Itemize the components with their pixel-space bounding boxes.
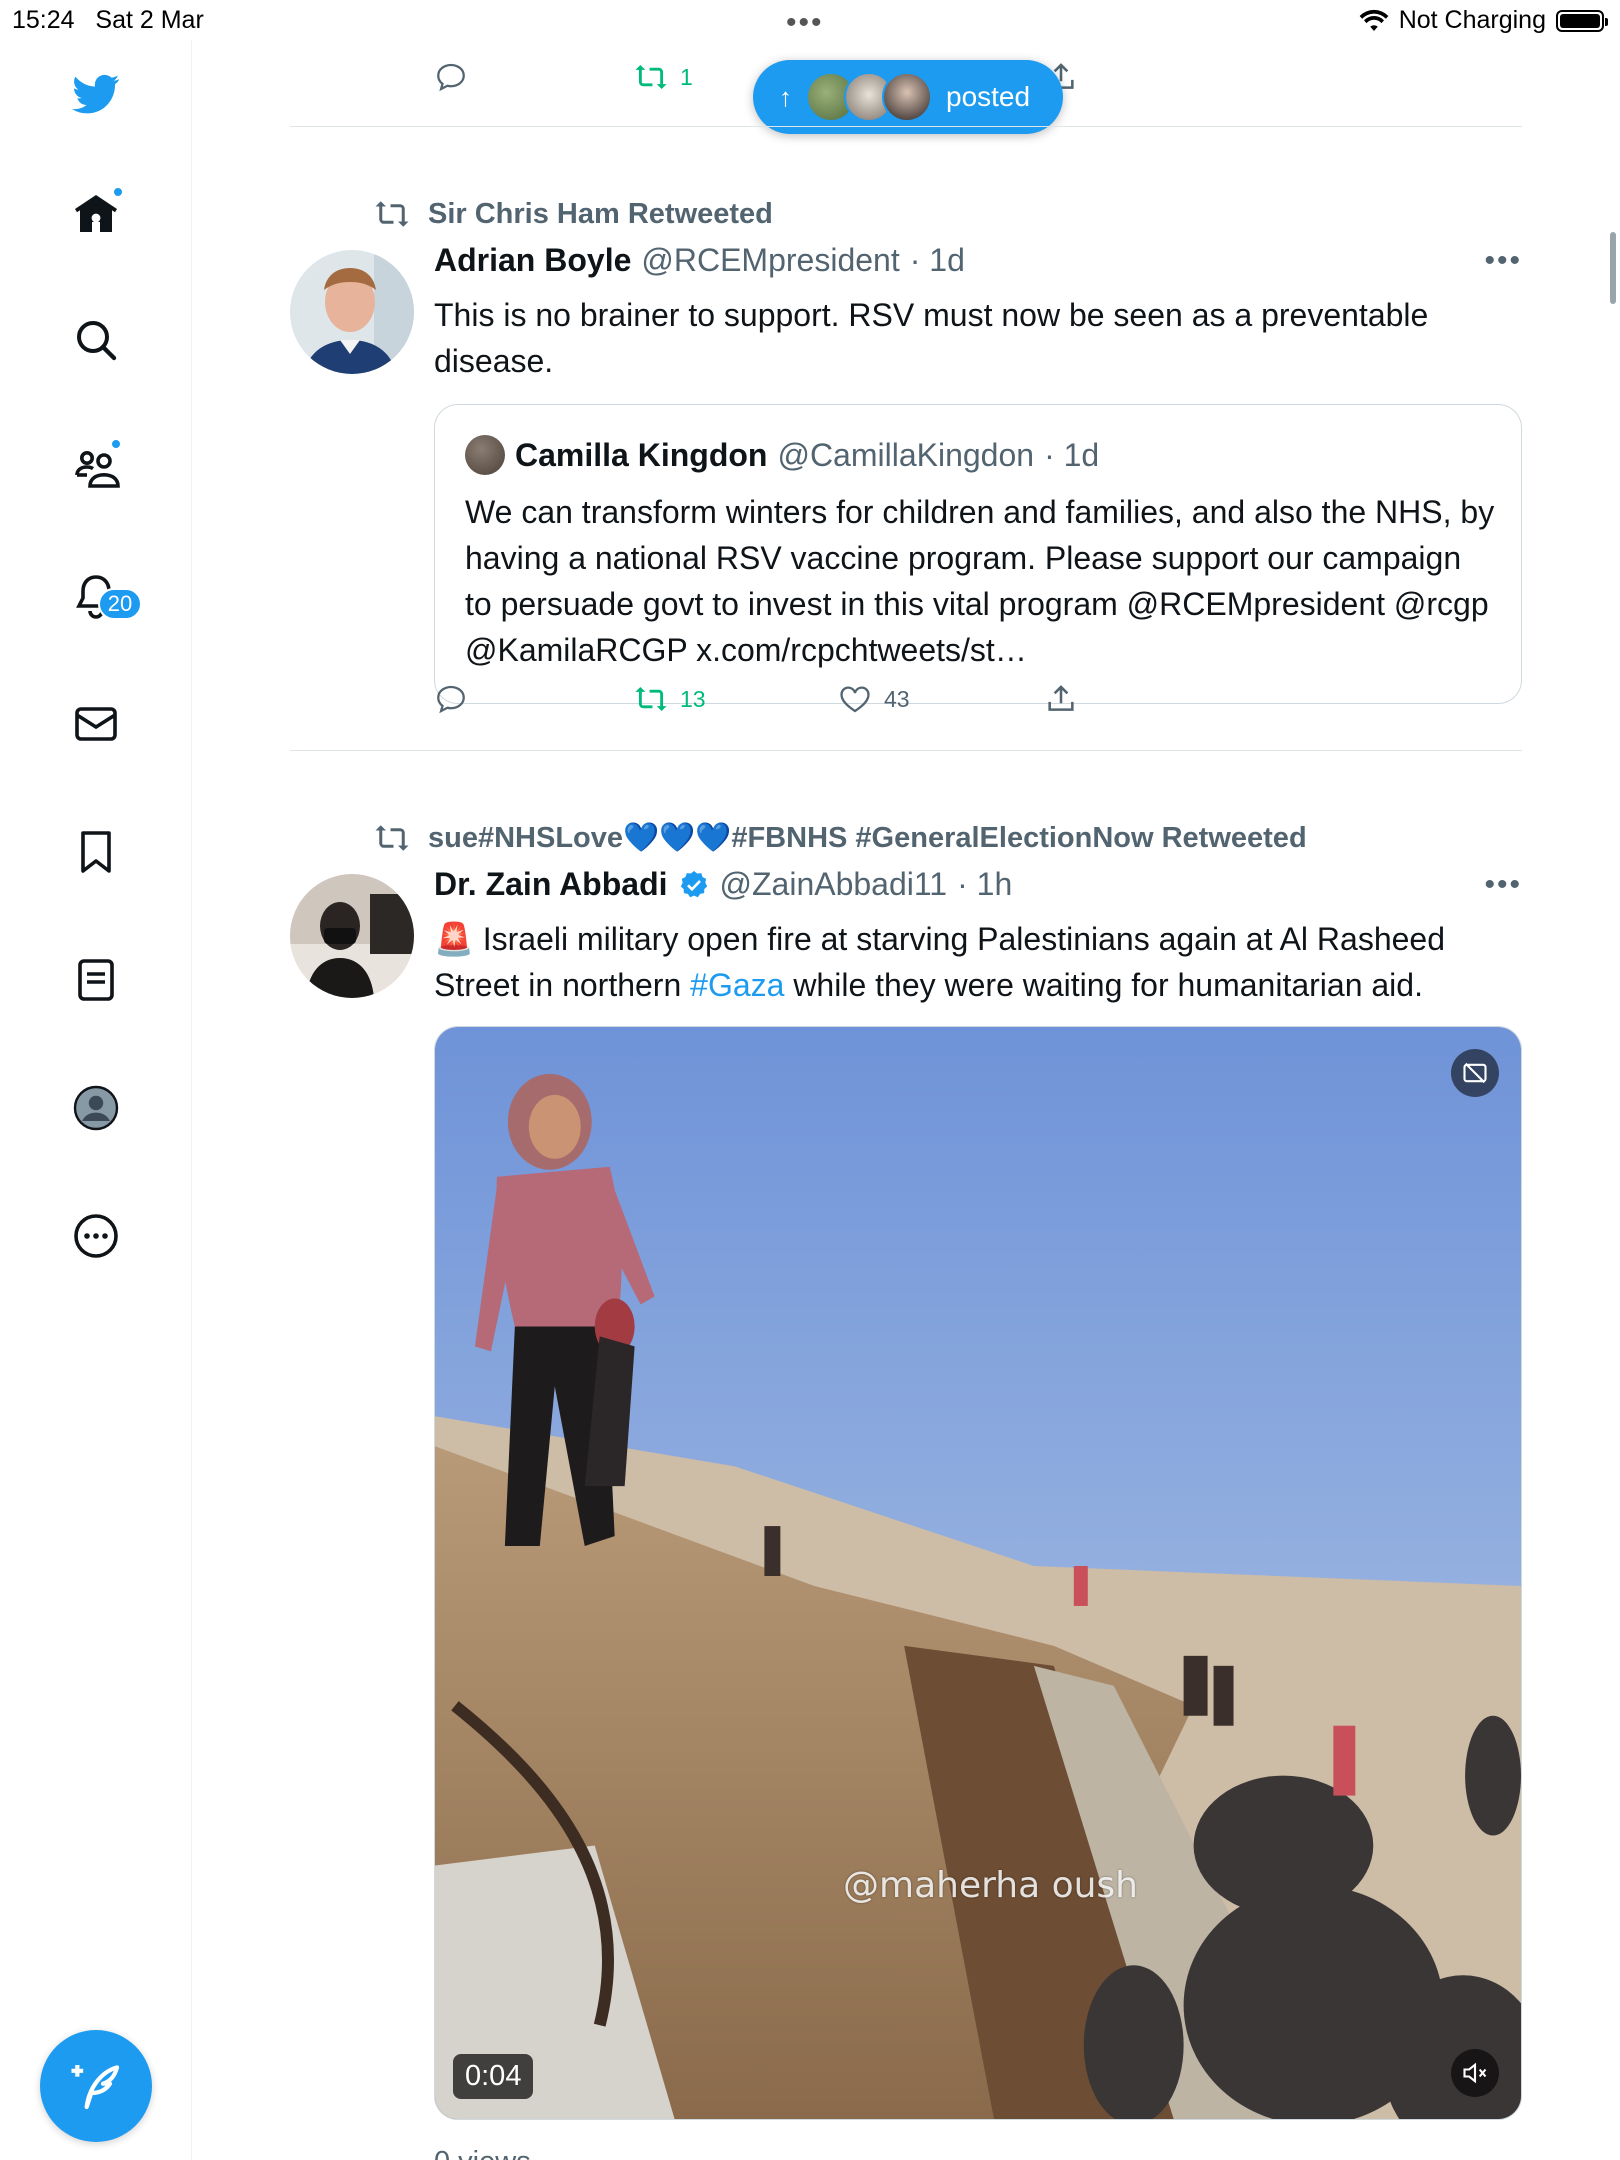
reply-icon bbox=[437, 63, 465, 92]
tweet-header: Dr. Zain Abbadi @ZainAbbadi11 · 1h bbox=[434, 866, 1012, 903]
sidebar: 20 bbox=[0, 40, 192, 2160]
video-player[interactable]: @maherha oush 0:04 bbox=[434, 1026, 1522, 2120]
retweet-button[interactable]: 13 bbox=[634, 682, 706, 716]
new-posts-pill[interactable]: ↑ posted bbox=[753, 60, 1063, 134]
quote-author-name: Camilla Kingdon bbox=[515, 436, 768, 473]
messages-icon[interactable] bbox=[66, 694, 126, 754]
retweeted-by-label: Sir Chris Ham Retweeted bbox=[428, 197, 773, 230]
twitter-logo-icon[interactable] bbox=[66, 64, 126, 124]
quote-tweet-card[interactable]: Camilla Kingdon @CamillaKingdon · 1d We … bbox=[434, 404, 1522, 704]
home-icon[interactable] bbox=[66, 184, 126, 244]
more-options-button[interactable]: ••• bbox=[1484, 868, 1522, 902]
video-duration: 0:04 bbox=[453, 2054, 534, 2099]
video-frame bbox=[435, 1027, 1521, 2119]
tweet-time[interactable]: · 1h bbox=[957, 866, 1012, 903]
profile-icon[interactable] bbox=[66, 1078, 126, 1138]
retweet-icon bbox=[375, 201, 409, 227]
scrollbar-thumb[interactable] bbox=[1610, 232, 1616, 304]
reply-icon bbox=[437, 685, 465, 714]
arrow-up-icon: ↑ bbox=[779, 81, 792, 112]
tweet-zain-abbadi[interactable]: sue#NHSLove💙💙💙#FBNHS #GeneralElectionNow… bbox=[290, 750, 1522, 2160]
retweet-button[interactable]: 1 bbox=[634, 60, 693, 94]
video-watermark: @maherha oush bbox=[843, 1865, 1138, 1906]
author-name[interactable]: Adrian Boyle bbox=[434, 242, 631, 279]
tweet-text: This is no brainer to support. RSV must … bbox=[434, 297, 1429, 379]
share-button[interactable] bbox=[1044, 682, 1078, 716]
more-icon[interactable] bbox=[66, 1206, 126, 1266]
quote-text: We can transform winters for children an… bbox=[465, 494, 1495, 668]
compose-feather-icon bbox=[71, 2065, 120, 2110]
search-icon[interactable] bbox=[66, 310, 126, 370]
retweet-icon bbox=[635, 64, 667, 90]
communities-unread-dot bbox=[110, 438, 122, 450]
like-button[interactable]: 43 bbox=[838, 682, 910, 716]
author-name[interactable]: Dr. Zain Abbadi bbox=[434, 866, 668, 903]
share-icon bbox=[1048, 685, 1074, 711]
status-time: 15:24 Sat 2 Mar bbox=[12, 6, 204, 34]
new-posts-label: posted bbox=[946, 81, 1031, 112]
retweeted-by[interactable]: sue#NHSLove💙💙💙#FBNHS #GeneralElectionNow… bbox=[374, 820, 1307, 856]
status-right: Not Charging bbox=[1359, 6, 1608, 35]
battery-icon bbox=[1556, 9, 1608, 32]
tweet-text: 🚨 Israeli military open fire at starving… bbox=[434, 921, 1446, 1003]
retweeted-by[interactable]: Sir Chris Ham Retweeted bbox=[374, 196, 773, 232]
notifications-badge: 20 bbox=[98, 588, 142, 620]
status-date: Sat 2 Mar bbox=[95, 6, 204, 34]
reply-button[interactable] bbox=[434, 682, 468, 716]
pill-avatars bbox=[806, 72, 932, 122]
avatar bbox=[465, 435, 505, 475]
content-settings-button[interactable] bbox=[1451, 1049, 1499, 1097]
status-bar: 15:24 Sat 2 Mar ••• Not Charging bbox=[0, 0, 1620, 40]
verified-badge-icon bbox=[680, 870, 707, 897]
retweet-icon bbox=[375, 825, 409, 851]
retweet-count: 1 bbox=[680, 63, 693, 90]
charging-status: Not Charging bbox=[1398, 6, 1546, 34]
retweet-count: 13 bbox=[680, 685, 706, 712]
tweet-header: Adrian Boyle @RCEMpresident · 1d bbox=[434, 242, 965, 279]
bookmarks-icon[interactable] bbox=[66, 822, 126, 882]
communities-icon[interactable] bbox=[66, 438, 126, 498]
home-unread-dot bbox=[112, 186, 124, 198]
author-handle[interactable]: @ZainAbbadi11 bbox=[720, 866, 948, 903]
image-settings-icon bbox=[1463, 1062, 1487, 1084]
retweeted-by-label: sue#NHSLove💙💙💙#FBNHS #GeneralElectionNow… bbox=[428, 822, 1307, 854]
avatar[interactable] bbox=[290, 874, 414, 998]
quote-author-handle: @CamillaKingdon bbox=[777, 436, 1035, 473]
speaker-muted-icon bbox=[1463, 2062, 1487, 2084]
wifi-icon bbox=[1359, 9, 1389, 31]
retweet-icon bbox=[635, 686, 667, 712]
author-handle[interactable]: @RCEMpresident bbox=[641, 242, 899, 279]
hashtag-gaza[interactable]: #Gaza bbox=[690, 967, 784, 1003]
mute-button[interactable] bbox=[1451, 2049, 1499, 2097]
more-options-button[interactable]: ••• bbox=[1484, 244, 1522, 278]
view-count: 0 views bbox=[434, 2146, 531, 2160]
avatar[interactable] bbox=[290, 250, 414, 374]
heart-icon bbox=[840, 686, 870, 713]
tweet-time[interactable]: · 1d bbox=[910, 242, 965, 279]
tweet-adrian-boyle[interactable]: Sir Chris Ham Retweeted Adrian Boyle @RC… bbox=[290, 126, 1522, 750]
multitasking-handle[interactable]: ••• bbox=[786, 6, 824, 40]
like-count: 43 bbox=[884, 685, 910, 712]
lists-icon[interactable] bbox=[66, 950, 126, 1010]
avatar bbox=[882, 72, 932, 122]
reply-button[interactable] bbox=[434, 60, 468, 94]
siren-emoji: 🚨 bbox=[434, 921, 474, 957]
quote-header: Camilla Kingdon @CamillaKingdon · 1d bbox=[465, 435, 1099, 475]
compose-post-button[interactable] bbox=[40, 2030, 152, 2142]
quote-time: · 1d bbox=[1044, 436, 1100, 473]
